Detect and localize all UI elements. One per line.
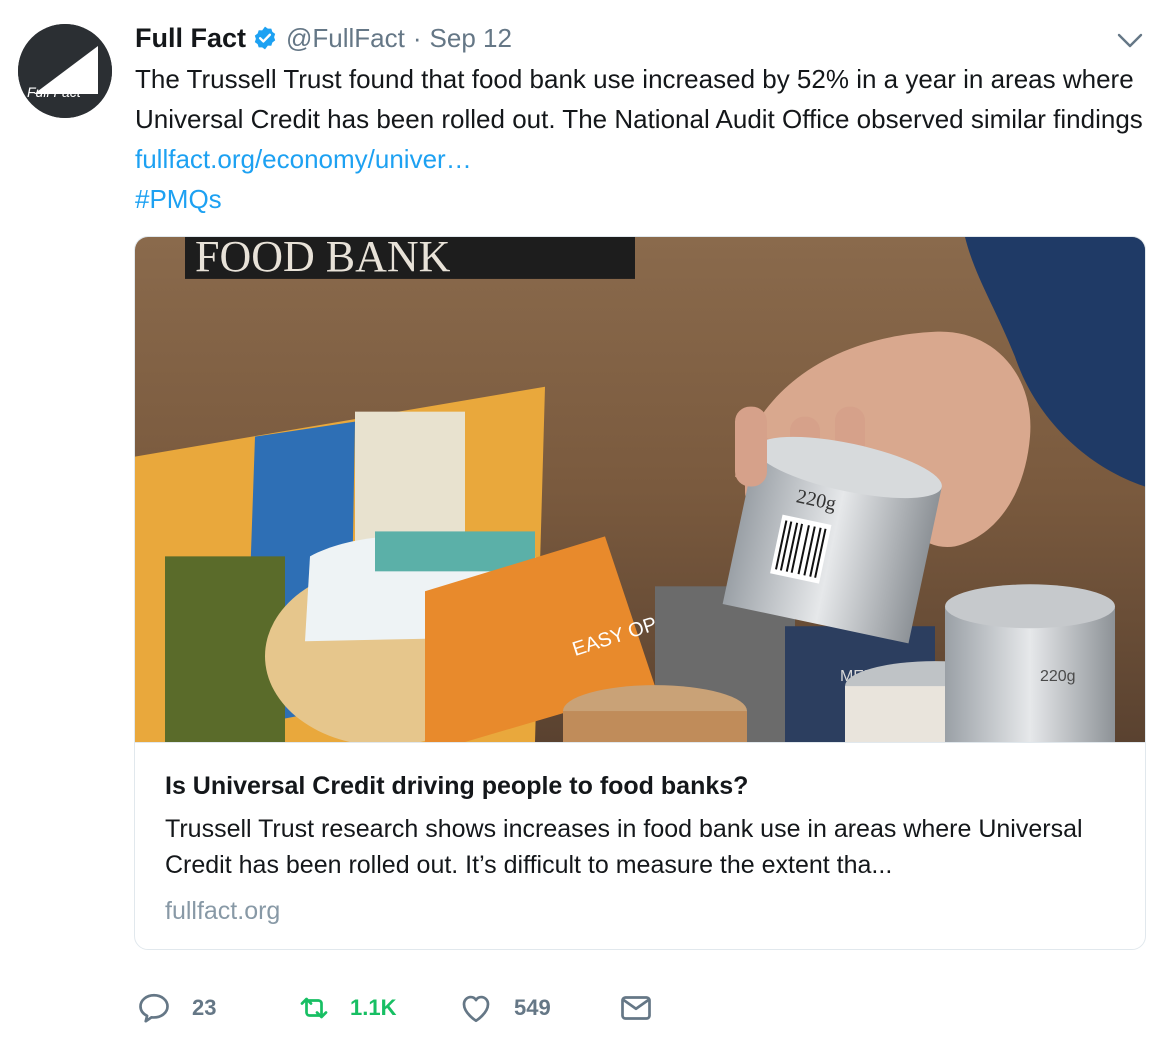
avatar-text: Full Fact — [27, 84, 82, 100]
retweet-count: 1.1K — [350, 995, 397, 1020]
reply-button[interactable]: 23 — [136, 990, 296, 1026]
card-domain: fullfact.org — [165, 897, 281, 925]
tweet-link[interactable]: fullfact.org/economy/univer… — [135, 144, 472, 174]
card-body: Is Universal Credit driving people to fo… — [135, 743, 1145, 929]
chevron-down-icon[interactable] — [1116, 30, 1144, 50]
image-sign-text: FOOD BANK — [195, 237, 451, 281]
tweet-actions: 23 1.1K 549 — [136, 988, 654, 1028]
tweet-body: The Trussell Trust found that food bank … — [135, 64, 1143, 134]
full-fact-logo: Full Fact — [18, 24, 112, 118]
retweet-button[interactable]: 1.1K — [296, 990, 458, 1026]
heart-icon — [462, 995, 490, 1023]
tweet-header: Full Fact @FullFact · Sep 12 — [135, 20, 512, 56]
header-separator: · — [412, 22, 422, 53]
author-name[interactable]: Full Fact — [135, 23, 246, 54]
image-can2-text: 220g — [1040, 668, 1076, 685]
tweet-date[interactable]: Sep 12 — [430, 23, 512, 54]
envelope-icon — [621, 996, 651, 1020]
reply-count: 23 — [192, 995, 217, 1020]
author-handle[interactable]: @FullFact — [286, 23, 405, 54]
reply-icon — [139, 993, 169, 1023]
hashtag-link[interactable]: #PMQs — [135, 179, 1145, 219]
like-count: 549 — [514, 995, 551, 1020]
tweet-text: The Trussell Trust found that food bank … — [135, 59, 1145, 219]
card-image: FOOD BANK EASY OPEN MERCHA 220g — [135, 237, 1145, 743]
link-card[interactable]: FOOD BANK EASY OPEN MERCHA 220g — [134, 236, 1146, 950]
like-button[interactable]: 549 — [458, 990, 618, 1026]
card-title: Is Universal Credit driving people to fo… — [165, 772, 749, 800]
direct-message-button[interactable] — [618, 990, 654, 1026]
avatar[interactable]: Full Fact — [18, 24, 112, 118]
card-description: Trussell Trust research shows increases … — [165, 815, 1083, 879]
retweet-icon — [300, 997, 328, 1019]
verified-badge-icon — [254, 26, 276, 50]
